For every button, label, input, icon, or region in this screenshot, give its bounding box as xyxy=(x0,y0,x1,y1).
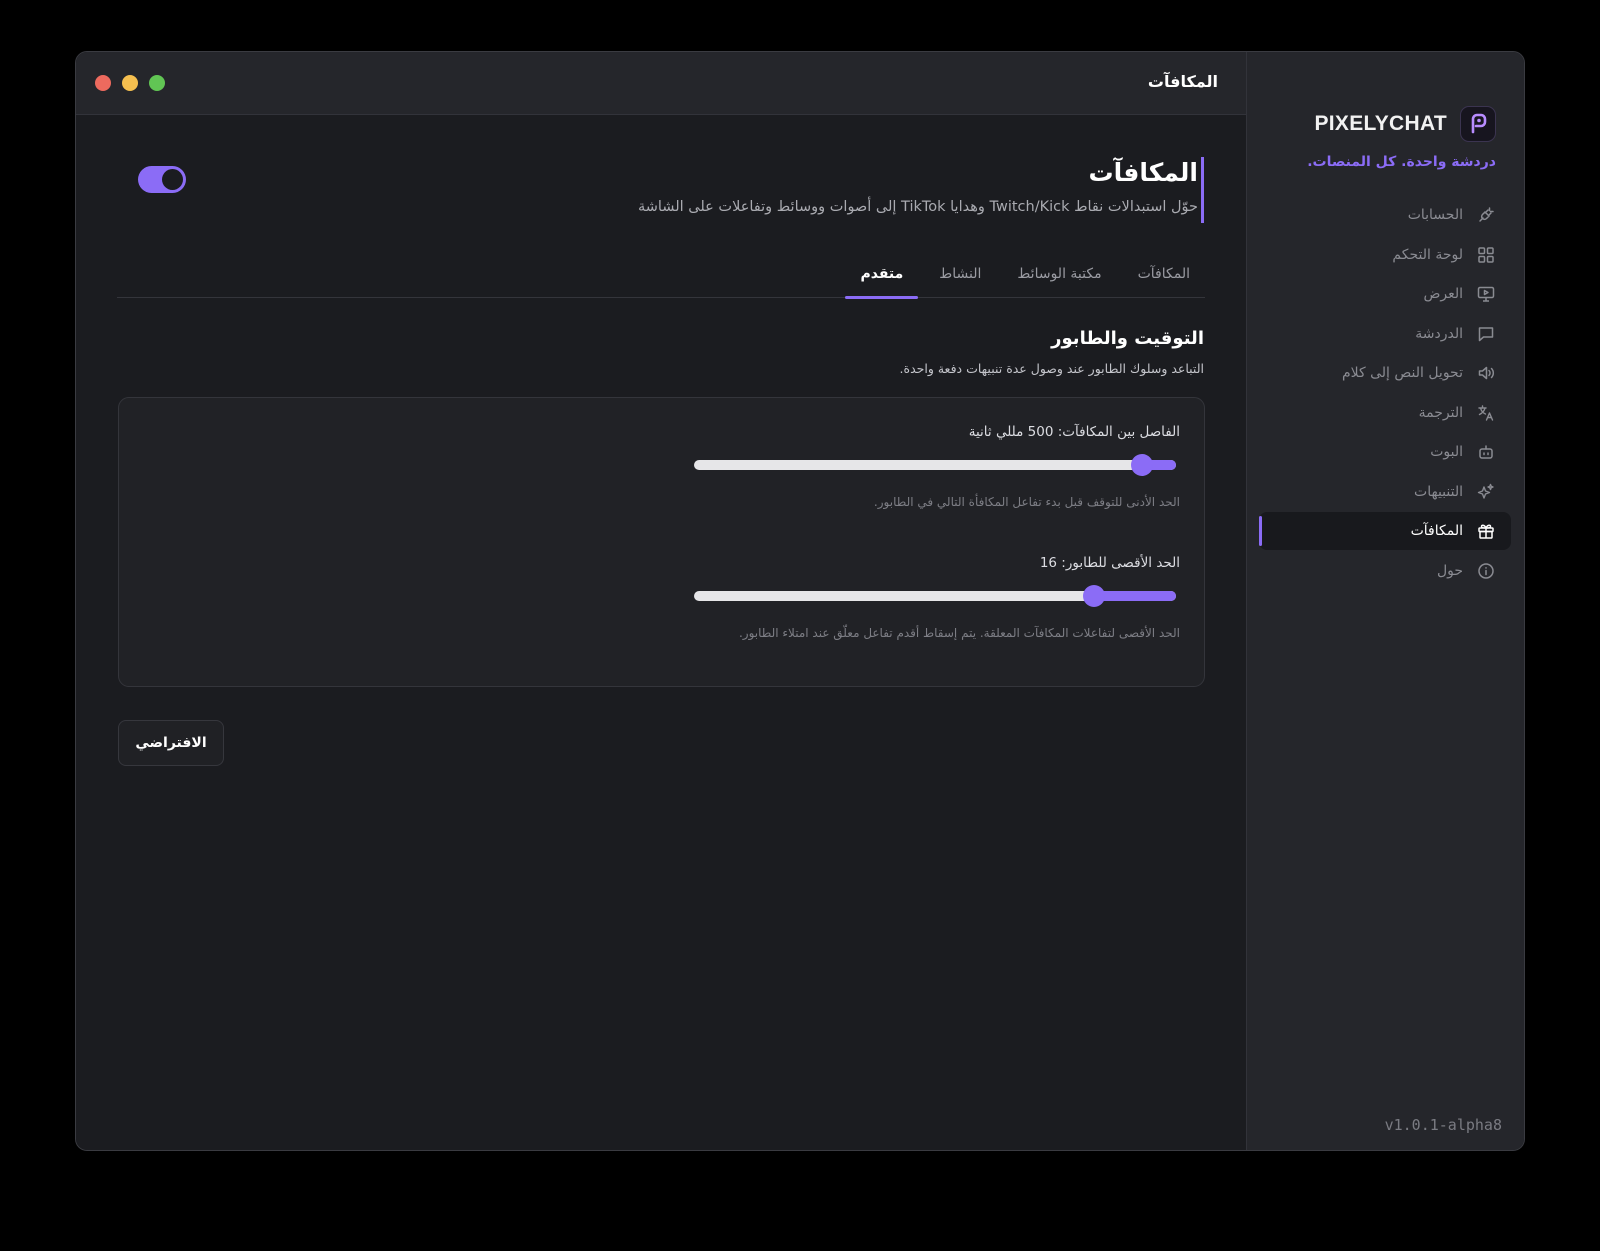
sidebar-item-rewards[interactable]: المكافآت xyxy=(1259,512,1511,550)
window-controls xyxy=(95,75,165,91)
tab-rewards[interactable]: المكافآت xyxy=(1123,250,1205,298)
brand: PIXELYCHAT xyxy=(1314,106,1496,142)
app-version: v1.0.1-alpha8 xyxy=(1384,1116,1502,1134)
page-subtitle: حوّل استبدالات نقاط Twitch/Kick وهدايا T… xyxy=(637,199,1198,215)
minimize-window-button[interactable] xyxy=(122,75,138,91)
sparkles-icon xyxy=(1476,482,1496,502)
interval-slider-label: الفاصل بين المكافآت: 500 مللي ثانية xyxy=(968,424,1180,440)
slider-track xyxy=(694,460,1176,470)
slider-thumb[interactable] xyxy=(1083,585,1106,607)
sidebar-item-label: المكافآت xyxy=(1410,523,1463,539)
app-logo-icon xyxy=(1460,106,1496,142)
window-title: المكافآت xyxy=(1147,72,1218,91)
interval-slider[interactable] xyxy=(694,454,1176,476)
page-header: المكافآت حوّل استبدالات نقاط Twitch/Kick… xyxy=(638,157,1204,223)
sidebar-item-label: الدردشة xyxy=(1415,325,1463,342)
toggle-knob xyxy=(162,169,183,190)
tagline: دردشة واحدة. كل المنصات. xyxy=(1307,154,1496,170)
maximize-window-button[interactable] xyxy=(149,75,165,91)
sidebar-nav: الحسابات لوحة التحكم العرض الدردشة تحويل… xyxy=(1259,196,1511,591)
rewards-enabled-toggle[interactable] xyxy=(138,166,186,193)
sidebar-item-label: حول xyxy=(1436,562,1463,579)
queue-slider[interactable] xyxy=(694,585,1176,607)
brand-name: PIXELYCHAT xyxy=(1314,112,1447,135)
queue-slider-label: الحد الأقصى للطابور: 16 xyxy=(1039,555,1180,571)
sidebar-item-label: العرض xyxy=(1423,286,1463,302)
timing-settings-card: الفاصل بين المكافآت: 500 مللي ثانية الحد… xyxy=(118,397,1205,687)
sidebar-item-accounts[interactable]: الحسابات xyxy=(1259,196,1511,234)
main-panel: المكافآت المكافآت حوّل استبدالات نقاط Tw… xyxy=(76,52,1247,1150)
tab-bar: المكافآت مكتبة الوسائط النشاط متقدم xyxy=(117,250,1205,299)
slider-fill xyxy=(1094,591,1176,601)
section-description: التباعد وسلوك الطابور عند وصول عدة تنبيه… xyxy=(899,361,1204,376)
monitor-play-icon xyxy=(1476,284,1496,304)
translate-icon xyxy=(1476,403,1496,423)
tab-advanced[interactable]: متقدم xyxy=(845,250,919,299)
sidebar-item-alerts[interactable]: التنبيهات xyxy=(1259,473,1511,511)
sidebar-item-label: البوت xyxy=(1430,444,1463,460)
sidebar-item-translation[interactable]: الترجمة xyxy=(1259,394,1511,432)
bot-icon xyxy=(1476,442,1496,462)
speaker-icon xyxy=(1476,363,1496,383)
sidebar-item-chat[interactable]: الدردشة xyxy=(1259,315,1511,353)
sidebar-item-label: التنبيهات xyxy=(1414,483,1463,500)
sidebar-item-label: الترجمة xyxy=(1418,404,1463,421)
sidebar-item-bot[interactable]: البوت xyxy=(1259,433,1511,471)
queue-slider-help: الحد الأقصى لتفاعلات المكافآت المعلقة. ي… xyxy=(738,626,1180,640)
plug-icon xyxy=(1476,205,1496,225)
close-window-button[interactable] xyxy=(95,75,111,91)
sidebar-item-display[interactable]: العرض xyxy=(1259,275,1511,313)
slider-thumb[interactable] xyxy=(1131,454,1154,476)
tab-media-library[interactable]: مكتبة الوسائط xyxy=(1002,250,1116,298)
app-window: المكافآت المكافآت حوّل استبدالات نقاط Tw… xyxy=(75,51,1525,1151)
title-bar: المكافآت xyxy=(76,52,1247,115)
page-title: المكافآت xyxy=(1088,158,1198,187)
tab-activity[interactable]: النشاط xyxy=(924,250,996,298)
gift-icon xyxy=(1476,521,1496,541)
reset-default-button[interactable]: الافتراضي xyxy=(118,720,224,766)
sidebar-item-label: تحويل النص إلى كلام xyxy=(1341,365,1463,381)
sidebar: PIXELYCHAT دردشة واحدة. كل المنصات. الحس… xyxy=(1246,52,1524,1150)
chat-icon xyxy=(1476,324,1496,344)
sidebar-item-label: الحسابات xyxy=(1407,207,1463,223)
section-title: التوقيت والطابور xyxy=(1051,328,1204,349)
info-icon xyxy=(1476,561,1496,581)
interval-slider-help: الحد الأدنى للتوقف قبل بدء تفاعل المكافأ… xyxy=(873,495,1180,509)
grid-icon xyxy=(1476,245,1496,265)
sidebar-item-dashboard[interactable]: لوحة التحكم xyxy=(1259,236,1511,274)
sidebar-item-tts[interactable]: تحويل النص إلى كلام xyxy=(1259,354,1511,392)
sidebar-item-about[interactable]: حول xyxy=(1259,552,1511,590)
sidebar-item-label: لوحة التحكم xyxy=(1392,246,1463,263)
